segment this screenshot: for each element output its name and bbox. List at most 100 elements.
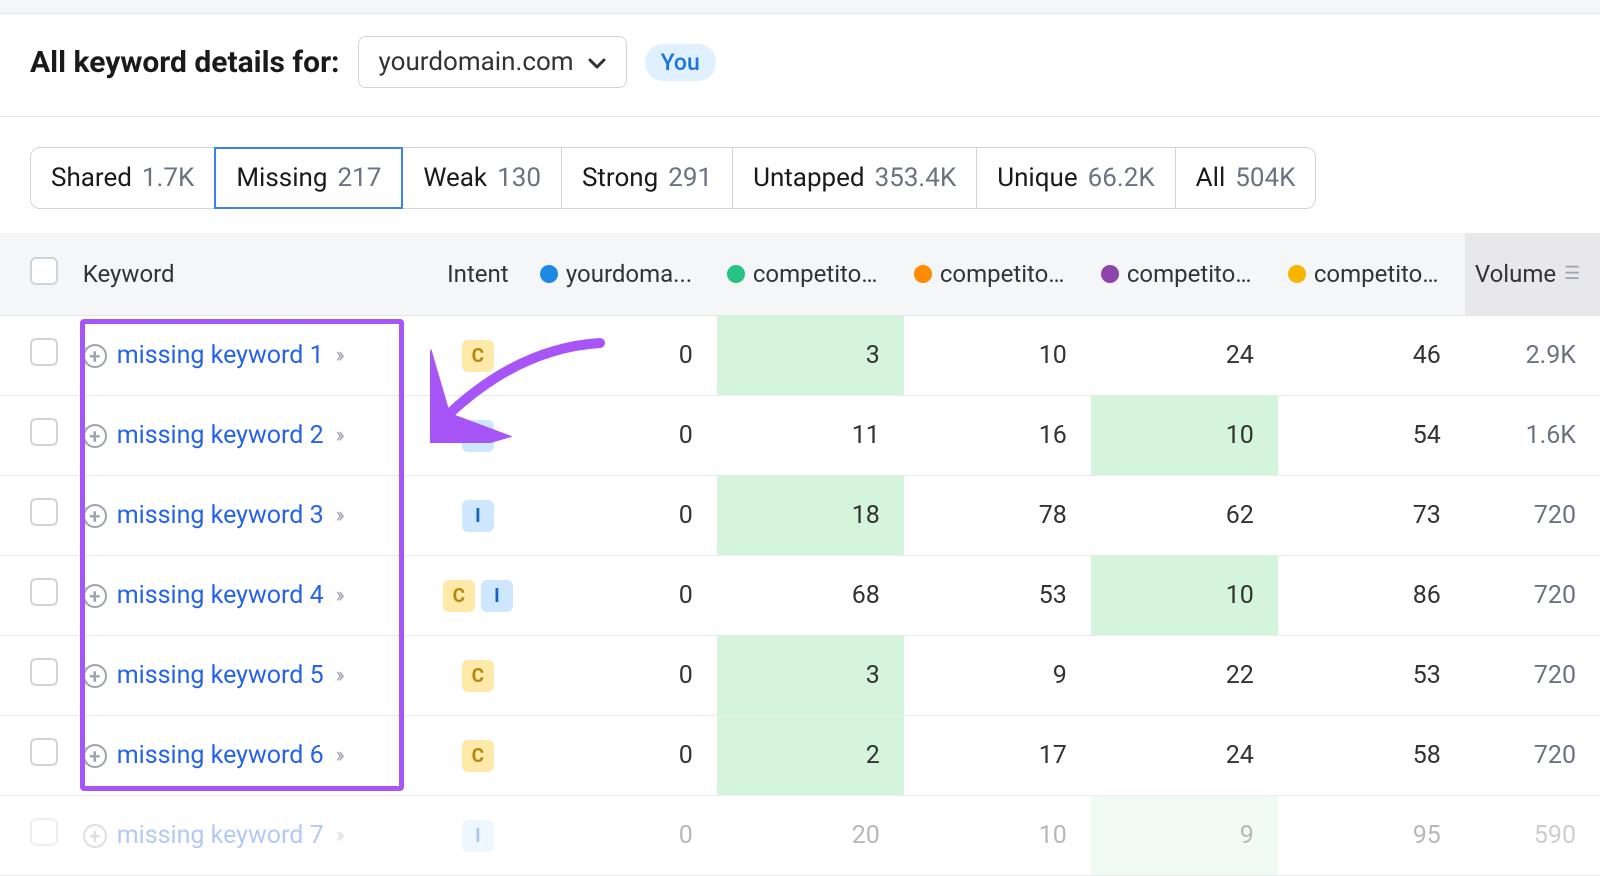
intent-badge-c: C	[462, 660, 494, 692]
add-icon[interactable]: +	[83, 424, 107, 448]
rank-cell: 18	[717, 476, 904, 556]
add-icon[interactable]: +	[83, 584, 107, 608]
intent-badge-c: C	[443, 580, 475, 612]
intent-cell: I	[426, 476, 530, 556]
select-all-header	[0, 233, 73, 316]
add-icon[interactable]: +	[83, 664, 107, 688]
row-checkbox-cell	[0, 316, 73, 396]
keyword-text: missing keyword 1	[117, 341, 324, 370]
volume-cell: 590	[1465, 796, 1600, 876]
dot-icon-orange	[914, 265, 932, 283]
row-checkbox-cell	[0, 636, 73, 716]
column-yourdomain[interactable]: yourdoma...	[530, 233, 717, 316]
table-row: +missing keyword 4››CI068531086720	[0, 556, 1600, 636]
keyword-link[interactable]: +missing keyword 7››	[83, 821, 416, 850]
intent-badge-c: C	[462, 340, 494, 372]
add-icon[interactable]: +	[83, 744, 107, 768]
table-row: +missing keyword 5››C0392253720	[0, 636, 1600, 716]
keyword-link[interactable]: +missing keyword 2››	[83, 421, 416, 450]
filter-tab-shared[interactable]: Shared1.7K	[30, 147, 215, 209]
rank-cell: 62	[1091, 476, 1278, 556]
column-label: competito...	[940, 260, 1067, 288]
filter-tab-weak[interactable]: Weak130	[402, 147, 562, 209]
filter-count: 130	[497, 163, 541, 193]
keyword-link[interactable]: +missing keyword 3››	[83, 501, 416, 530]
add-icon[interactable]: +	[83, 504, 107, 528]
rank-cell: 0	[530, 716, 717, 796]
chevron-right-icon: ››	[336, 583, 341, 608]
column-intent[interactable]: Intent	[426, 233, 530, 316]
rank-cell: 10	[904, 796, 1091, 876]
column-label: yourdoma...	[566, 260, 692, 288]
volume-cell: 1.6K	[1465, 396, 1600, 476]
rank-cell: 54	[1278, 396, 1465, 476]
keyword-cell: +missing keyword 3››	[73, 476, 426, 556]
filter-label: Unique	[997, 163, 1077, 193]
row-checkbox[interactable]	[30, 418, 58, 446]
intent-cell: CI	[426, 556, 530, 636]
domain-dropdown[interactable]: yourdomain.com	[358, 36, 627, 88]
row-checkbox[interactable]	[30, 738, 58, 766]
rank-cell: 53	[904, 556, 1091, 636]
keyword-link[interactable]: +missing keyword 5››	[83, 661, 416, 690]
rank-cell: 86	[1278, 556, 1465, 636]
row-checkbox-cell	[0, 396, 73, 476]
add-icon[interactable]: +	[83, 824, 107, 848]
chevron-right-icon: ››	[336, 423, 341, 448]
page-title: All keyword details for:	[30, 45, 340, 80]
volume-cell: 720	[1465, 476, 1600, 556]
rank-cell: 11	[717, 396, 904, 476]
filter-tab-unique[interactable]: Unique 66.2K	[976, 147, 1175, 209]
rank-cell: 17	[904, 716, 1091, 796]
rank-cell: 68	[717, 556, 904, 636]
column-competitor-1[interactable]: competito...	[717, 233, 904, 316]
row-checkbox-cell	[0, 796, 73, 876]
column-competitor-4[interactable]: competito...	[1278, 233, 1465, 316]
intent-cell: C	[426, 716, 530, 796]
rank-cell: 58	[1278, 716, 1465, 796]
intent-badge-i: I	[462, 500, 494, 532]
column-keyword[interactable]: Keyword	[73, 233, 426, 316]
row-checkbox[interactable]	[30, 818, 58, 846]
keyword-link[interactable]: +missing keyword 1››	[83, 341, 416, 370]
row-checkbox[interactable]	[30, 578, 58, 606]
column-competitor-2[interactable]: competito...	[904, 233, 1091, 316]
column-volume[interactable]: Volume ☰	[1465, 233, 1600, 316]
keyword-table: Keyword Intent yourdoma... competito... …	[0, 233, 1600, 876]
row-checkbox[interactable]	[30, 338, 58, 366]
keyword-cell: +missing keyword 6››	[73, 716, 426, 796]
domain-dropdown-label: yourdomain.com	[379, 47, 574, 77]
keyword-link[interactable]: +missing keyword 4››	[83, 581, 416, 610]
filter-tab-untapped[interactable]: Untapped353.4K	[732, 147, 977, 209]
row-checkbox[interactable]	[30, 658, 58, 686]
keyword-link[interactable]: +missing keyword 6››	[83, 741, 416, 770]
filter-tab-missing[interactable]: Missing217	[214, 147, 403, 209]
volume-cell: 720	[1465, 556, 1600, 636]
volume-label: Volume	[1475, 260, 1556, 288]
volume-cell: 2.9K	[1465, 316, 1600, 396]
rank-cell: 22	[1091, 636, 1278, 716]
dot-icon-yellow	[1288, 265, 1306, 283]
intent-badge-i: I	[481, 580, 513, 612]
add-icon[interactable]: +	[83, 344, 107, 368]
rank-cell: 53	[1278, 636, 1465, 716]
rank-cell: 2	[717, 716, 904, 796]
dot-icon-purple	[1101, 265, 1119, 283]
filter-count: 66.2K	[1088, 163, 1155, 193]
sort-icon: ☰	[1564, 265, 1580, 283]
table-row: +missing keyword 1››C031024462.9K	[0, 316, 1600, 396]
keyword-table-wrap: Keyword Intent yourdoma... competito... …	[0, 233, 1600, 876]
rank-cell: 9	[1091, 796, 1278, 876]
column-label: competito...	[1127, 260, 1254, 288]
row-checkbox-cell	[0, 716, 73, 796]
chevron-right-icon: ››	[336, 743, 341, 768]
row-checkbox[interactable]	[30, 498, 58, 526]
chevron-right-icon: ››	[336, 663, 341, 688]
select-all-checkbox[interactable]	[30, 257, 58, 285]
column-label: competito...	[1314, 260, 1441, 288]
rank-cell: 10	[1091, 396, 1278, 476]
keyword-cell: +missing keyword 5››	[73, 636, 426, 716]
filter-tab-strong[interactable]: Strong291	[561, 147, 733, 209]
column-competitor-3[interactable]: competito...	[1091, 233, 1278, 316]
filter-tab-all[interactable]: All504K	[1175, 147, 1317, 209]
